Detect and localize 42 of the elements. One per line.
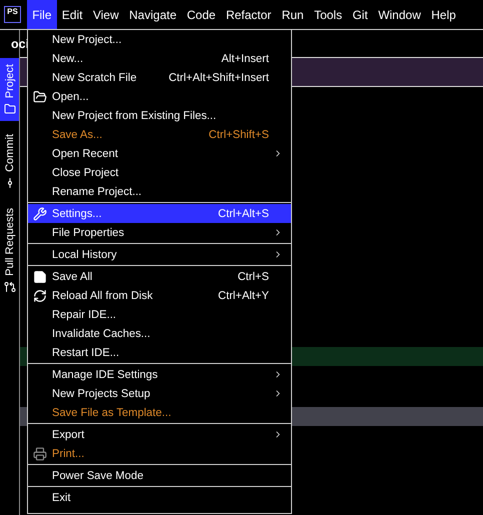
menu-item[interactable]: Export [28,425,291,444]
menu-item[interactable]: Local History [28,245,291,264]
menu-item[interactable]: Window [373,0,426,29]
menu-item[interactable]: Settings... Ctrl+Alt+S [28,204,291,223]
menu-item[interactable]: Rename Project... [28,182,291,201]
menu-item[interactable]: Restart IDE... [28,343,291,362]
folder-icon [33,90,47,104]
menu-item[interactable]: New Project from Existing Files... [28,106,291,125]
menu-item[interactable]: Manage IDE Settings [28,365,291,384]
menu-item[interactable]: Run [276,0,309,29]
menu-item[interactable]: Navigate [124,0,182,29]
pull-request-icon [4,281,16,294]
menu-item[interactable]: Edit [56,0,88,29]
menu-item[interactable]: Refactor [220,0,276,29]
app-logo: PS [4,6,21,23]
menu-item[interactable]: Code [182,0,221,29]
tool-window-tab[interactable]: Commit [0,128,19,196]
menu-item[interactable]: Exit [28,488,291,507]
menu-item[interactable]: New Projects Setup [28,384,291,403]
menu-item[interactable]: File Properties [28,223,291,242]
tool-window-tab[interactable]: Project [0,58,19,122]
tool-window-tab[interactable]: Pull Requests [0,202,19,300]
printer-icon [33,446,47,460]
menu-item[interactable]: New Project... [28,30,291,49]
menu-item[interactable]: Save All Ctrl+S [28,267,291,286]
menu-item[interactable]: Tools [308,0,348,29]
menu-item[interactable]: Open Recent [28,144,291,163]
menu-item[interactable]: View [88,0,124,29]
menu-item[interactable]: Reload All from Disk Ctrl+Alt+Y [28,286,291,305]
refresh-icon [33,288,47,302]
menu-item[interactable]: Power Save Mode [28,466,291,485]
menu-item[interactable]: New Scratch File Ctrl+Alt+Shift+Insert [28,68,291,87]
menu-item[interactable]: Git [347,0,373,29]
menu-item[interactable]: File [27,0,57,29]
menu-item[interactable]: Open... [28,87,291,106]
menu-item[interactable]: New... Alt+Insert [28,49,291,68]
wrench-icon [33,206,47,220]
menu-item[interactable]: Invalidate Caches... [28,324,291,343]
menu-item[interactable]: Close Project [28,163,291,182]
menu-item[interactable]: Help [426,0,462,29]
folder-icon [4,103,16,116]
menu-item[interactable]: Repair IDE... [28,305,291,324]
